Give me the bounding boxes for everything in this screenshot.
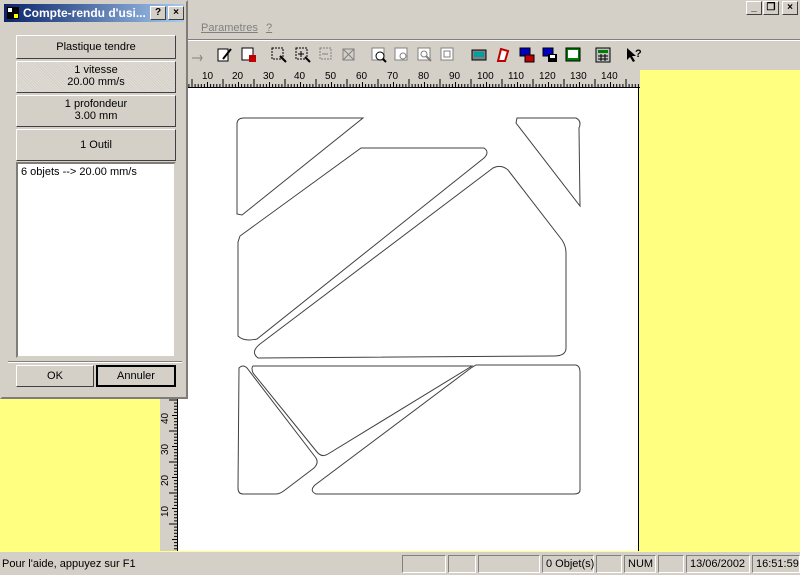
depth-button[interactable]: 1 profondeur 3.00 mm	[16, 95, 176, 127]
machine-icon[interactable]	[468, 44, 491, 66]
select-rect-icon[interactable]	[268, 44, 291, 66]
h-ruler-label: 20	[232, 71, 244, 82]
calculator-icon[interactable]	[592, 44, 615, 66]
speed-count: 1 vitesse	[74, 64, 118, 76]
minimize-button[interactable]: _	[746, 1, 762, 15]
speed-value: 20.00 mm/s	[67, 76, 125, 88]
eraser-icon[interactable]	[238, 44, 261, 66]
h-ruler-label: 30	[263, 71, 275, 82]
dialog-divider	[8, 361, 182, 363]
ok-button[interactable]: OK	[16, 365, 94, 387]
cut-shape	[252, 165, 566, 356]
h-ruler-label: 10	[202, 71, 214, 82]
send-to-machine-icon[interactable]	[516, 44, 539, 66]
h-ruler-label: 40	[294, 71, 306, 82]
preview-icon[interactable]	[562, 44, 585, 66]
material-button[interactable]: Plastique tendre	[16, 35, 176, 59]
status-pane-empty	[402, 555, 446, 573]
cut-shape	[237, 365, 318, 495]
cut-paths	[236, 117, 581, 495]
select-add-icon[interactable]	[292, 44, 315, 66]
close-window-button[interactable]: ×	[782, 1, 798, 15]
menu-help[interactable]: ?	[266, 22, 272, 34]
status-pane-empty	[658, 555, 684, 573]
dialog-help-button[interactable]: ?	[150, 6, 166, 20]
dialog-title: Compte-rendu d'usi...	[23, 6, 146, 20]
machining-report-dialog: Compte-rendu d'usi... ? × Plastique tend…	[0, 0, 188, 399]
cut-shape	[251, 365, 474, 457]
h-ruler-label: 140	[601, 71, 618, 82]
cancel-button[interactable]: Annuler	[96, 365, 176, 387]
select-remove-icon[interactable]	[316, 44, 339, 66]
cut-shape	[237, 147, 488, 341]
cut-shape	[311, 364, 581, 495]
h-ruler-label: 80	[418, 71, 430, 82]
zoom-page-icon[interactable]	[391, 44, 414, 66]
zoom-in-icon[interactable]	[368, 44, 391, 66]
v-ruler-label: 40	[160, 412, 171, 424]
drawing-sheet[interactable]	[178, 88, 639, 551]
depth-count: 1 profondeur	[64, 98, 128, 110]
h-ruler-label: 120	[539, 71, 556, 82]
h-ruler-label: 130	[570, 71, 587, 82]
save-to-disk-icon[interactable]	[539, 44, 562, 66]
objects-list[interactable]: 6 objets --> 20.00 mm/s	[16, 162, 176, 358]
status-help-text: Pour l'aide, appuyez sur F1	[2, 558, 136, 570]
tool-button[interactable]: 1 Outil	[16, 129, 176, 161]
h-ruler-label: 60	[356, 71, 368, 82]
status-pane-empty	[596, 555, 622, 573]
zoom-out-icon[interactable]	[414, 44, 437, 66]
svg-text:?: ?	[635, 48, 641, 60]
status-date: 13/06/2002	[686, 555, 750, 573]
redo-button[interactable]	[186, 44, 209, 66]
status-pane-empty	[448, 555, 476, 573]
pencil-icon[interactable]	[214, 44, 237, 66]
h-ruler-label: 110	[508, 71, 524, 82]
speed-button[interactable]: 1 vitesse 20.00 mm/s	[16, 61, 176, 93]
restore-button[interactable]: ❐	[763, 1, 779, 15]
h-ruler-label: 50	[325, 71, 337, 82]
v-ruler-label: 30	[160, 443, 171, 455]
status-pane-empty	[478, 555, 540, 573]
v-ruler-label: 20	[160, 474, 171, 486]
tool-icon[interactable]	[492, 44, 515, 66]
dialog-titlebar[interactable]: Compte-rendu d'usi... ? ×	[4, 4, 184, 22]
app-icon	[7, 7, 19, 19]
context-help-icon[interactable]: ?	[622, 44, 645, 66]
h-ruler-label: 70	[387, 71, 399, 82]
cut-shape	[236, 117, 365, 216]
menu-parametres[interactable]: Parametres	[201, 22, 258, 34]
status-time: 16:51:59	[752, 555, 800, 573]
status-num-lock: NUM	[624, 555, 656, 573]
dialog-close-button[interactable]: ×	[168, 6, 184, 20]
depth-value: 3.00 mm	[74, 110, 118, 122]
v-ruler-label: 10	[160, 505, 171, 517]
h-ruler-label: 90	[449, 71, 461, 82]
status-object-count: 0 Objet(s)	[542, 555, 594, 573]
h-ruler-label: 100	[477, 71, 494, 82]
delete-selection-icon[interactable]	[338, 44, 361, 66]
list-item[interactable]: 6 objets --> 20.00 mm/s	[18, 164, 174, 180]
zoom-all-icon[interactable]	[437, 44, 460, 66]
horizontal-ruler: 10 20 30 40 50 60 70 80 90 100 110 120 1…	[160, 70, 640, 88]
cut-shape	[254, 165, 567, 359]
